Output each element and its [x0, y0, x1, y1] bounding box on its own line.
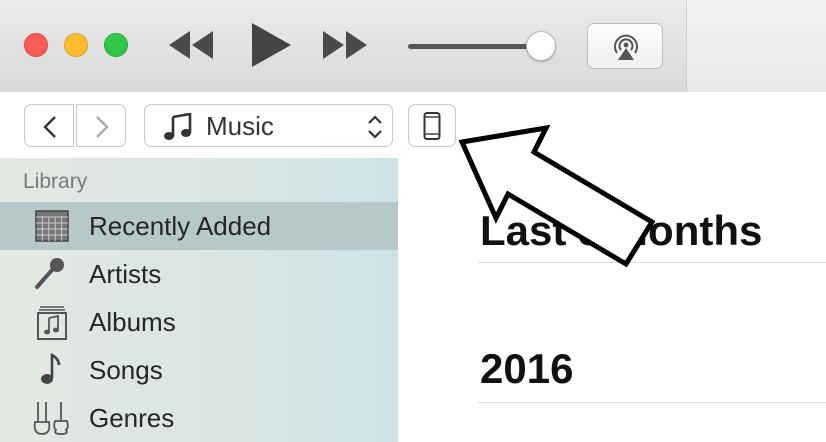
guitar-violin-icon	[33, 402, 69, 435]
media-kind-label: Music	[206, 111, 274, 141]
sidebar-item-genres[interactable]: Genres	[0, 394, 398, 442]
fast-forward-icon[interactable]	[322, 31, 368, 59]
airplay-icon	[614, 34, 638, 60]
rewind-icon[interactable]	[168, 31, 214, 59]
navigation-bar: Music	[0, 92, 826, 158]
section-divider	[478, 402, 826, 403]
sidebar-item-label: Artists	[89, 259, 162, 289]
airplay-button[interactable]	[587, 23, 663, 69]
close-window-button[interactable]	[24, 33, 48, 57]
section-title[interactable]: 2016	[480, 346, 573, 392]
music-note-icon	[164, 113, 192, 140]
sidebar-item-artists[interactable]: Artists	[0, 250, 398, 298]
chevron-updown-icon	[368, 115, 382, 139]
back-button[interactable]	[24, 104, 74, 147]
sidebar-item-label: Recently Added	[89, 211, 272, 241]
chevron-right-icon	[96, 116, 109, 138]
status-area	[686, 0, 826, 92]
maximize-window-button[interactable]	[104, 33, 128, 57]
section-title[interactable]: Last 3 Months	[480, 208, 762, 254]
sidebar-item-albums[interactable]: Albums	[0, 298, 398, 346]
volume-slider-knob[interactable]	[526, 31, 556, 61]
microphone-icon	[35, 258, 64, 289]
title-bar	[0, 0, 826, 93]
sidebar: Library Recently Added Artists Albums So…	[0, 158, 398, 442]
sidebar-item-label: Albums	[89, 307, 176, 337]
play-icon[interactable]	[250, 22, 292, 68]
album-icon	[37, 306, 67, 340]
section-divider	[478, 262, 826, 263]
device-button[interactable]	[408, 104, 456, 147]
minimize-window-button[interactable]	[64, 33, 88, 57]
iphone-icon	[423, 112, 441, 140]
main-content: Last 3 Months 2016	[398, 158, 826, 442]
sidebar-item-recently-added[interactable]: Recently Added	[0, 202, 398, 250]
grid-calendar-icon	[35, 210, 69, 242]
sidebar-item-label: Genres	[89, 403, 175, 433]
music-note-icon	[41, 352, 61, 384]
sidebar-item-label: Songs	[89, 355, 163, 385]
library-header: Library	[23, 170, 88, 193]
forward-button[interactable]	[76, 104, 126, 147]
media-kind-selector[interactable]: Music	[144, 104, 393, 147]
sidebar-item-songs[interactable]: Songs	[0, 346, 398, 394]
chevron-left-icon	[43, 116, 56, 138]
